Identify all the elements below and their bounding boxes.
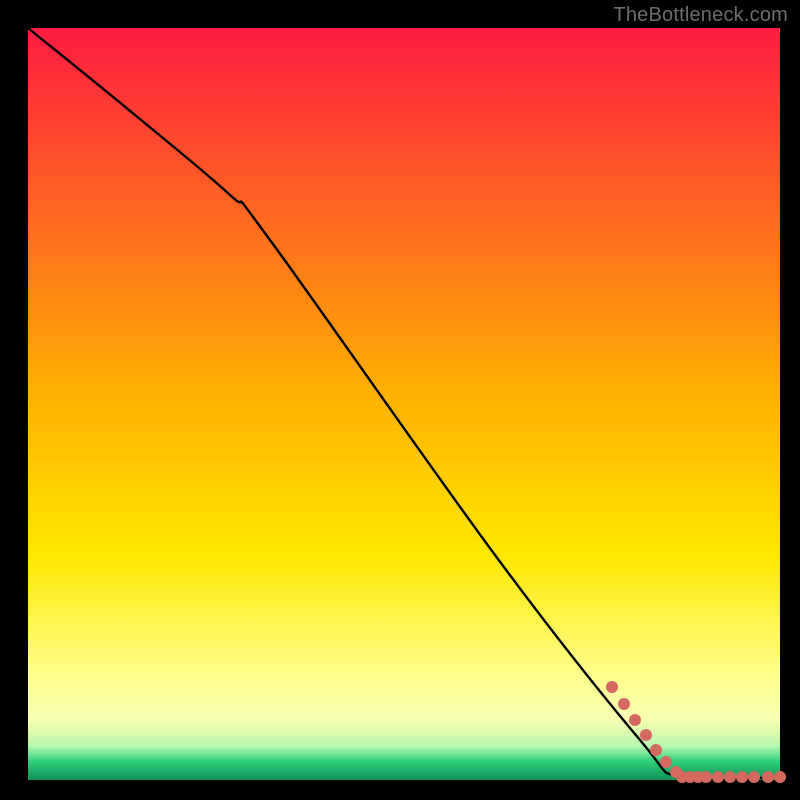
- scatter-point: [618, 698, 630, 710]
- scatter-point: [774, 771, 786, 783]
- chart-canvas: [0, 0, 800, 800]
- scatter-point: [640, 729, 652, 741]
- chart-frame: TheBottleneck.com: [0, 0, 800, 800]
- plot-background: [28, 28, 780, 780]
- scatter-point: [712, 771, 724, 783]
- scatter-point: [629, 714, 641, 726]
- scatter-point: [748, 771, 760, 783]
- scatter-point: [660, 756, 672, 768]
- scatter-point: [762, 771, 774, 783]
- watermark-text: TheBottleneck.com: [613, 4, 788, 27]
- scatter-point: [700, 771, 712, 783]
- scatter-point: [606, 681, 618, 693]
- scatter-point: [724, 771, 736, 783]
- scatter-point: [736, 771, 748, 783]
- scatter-point: [650, 744, 662, 756]
